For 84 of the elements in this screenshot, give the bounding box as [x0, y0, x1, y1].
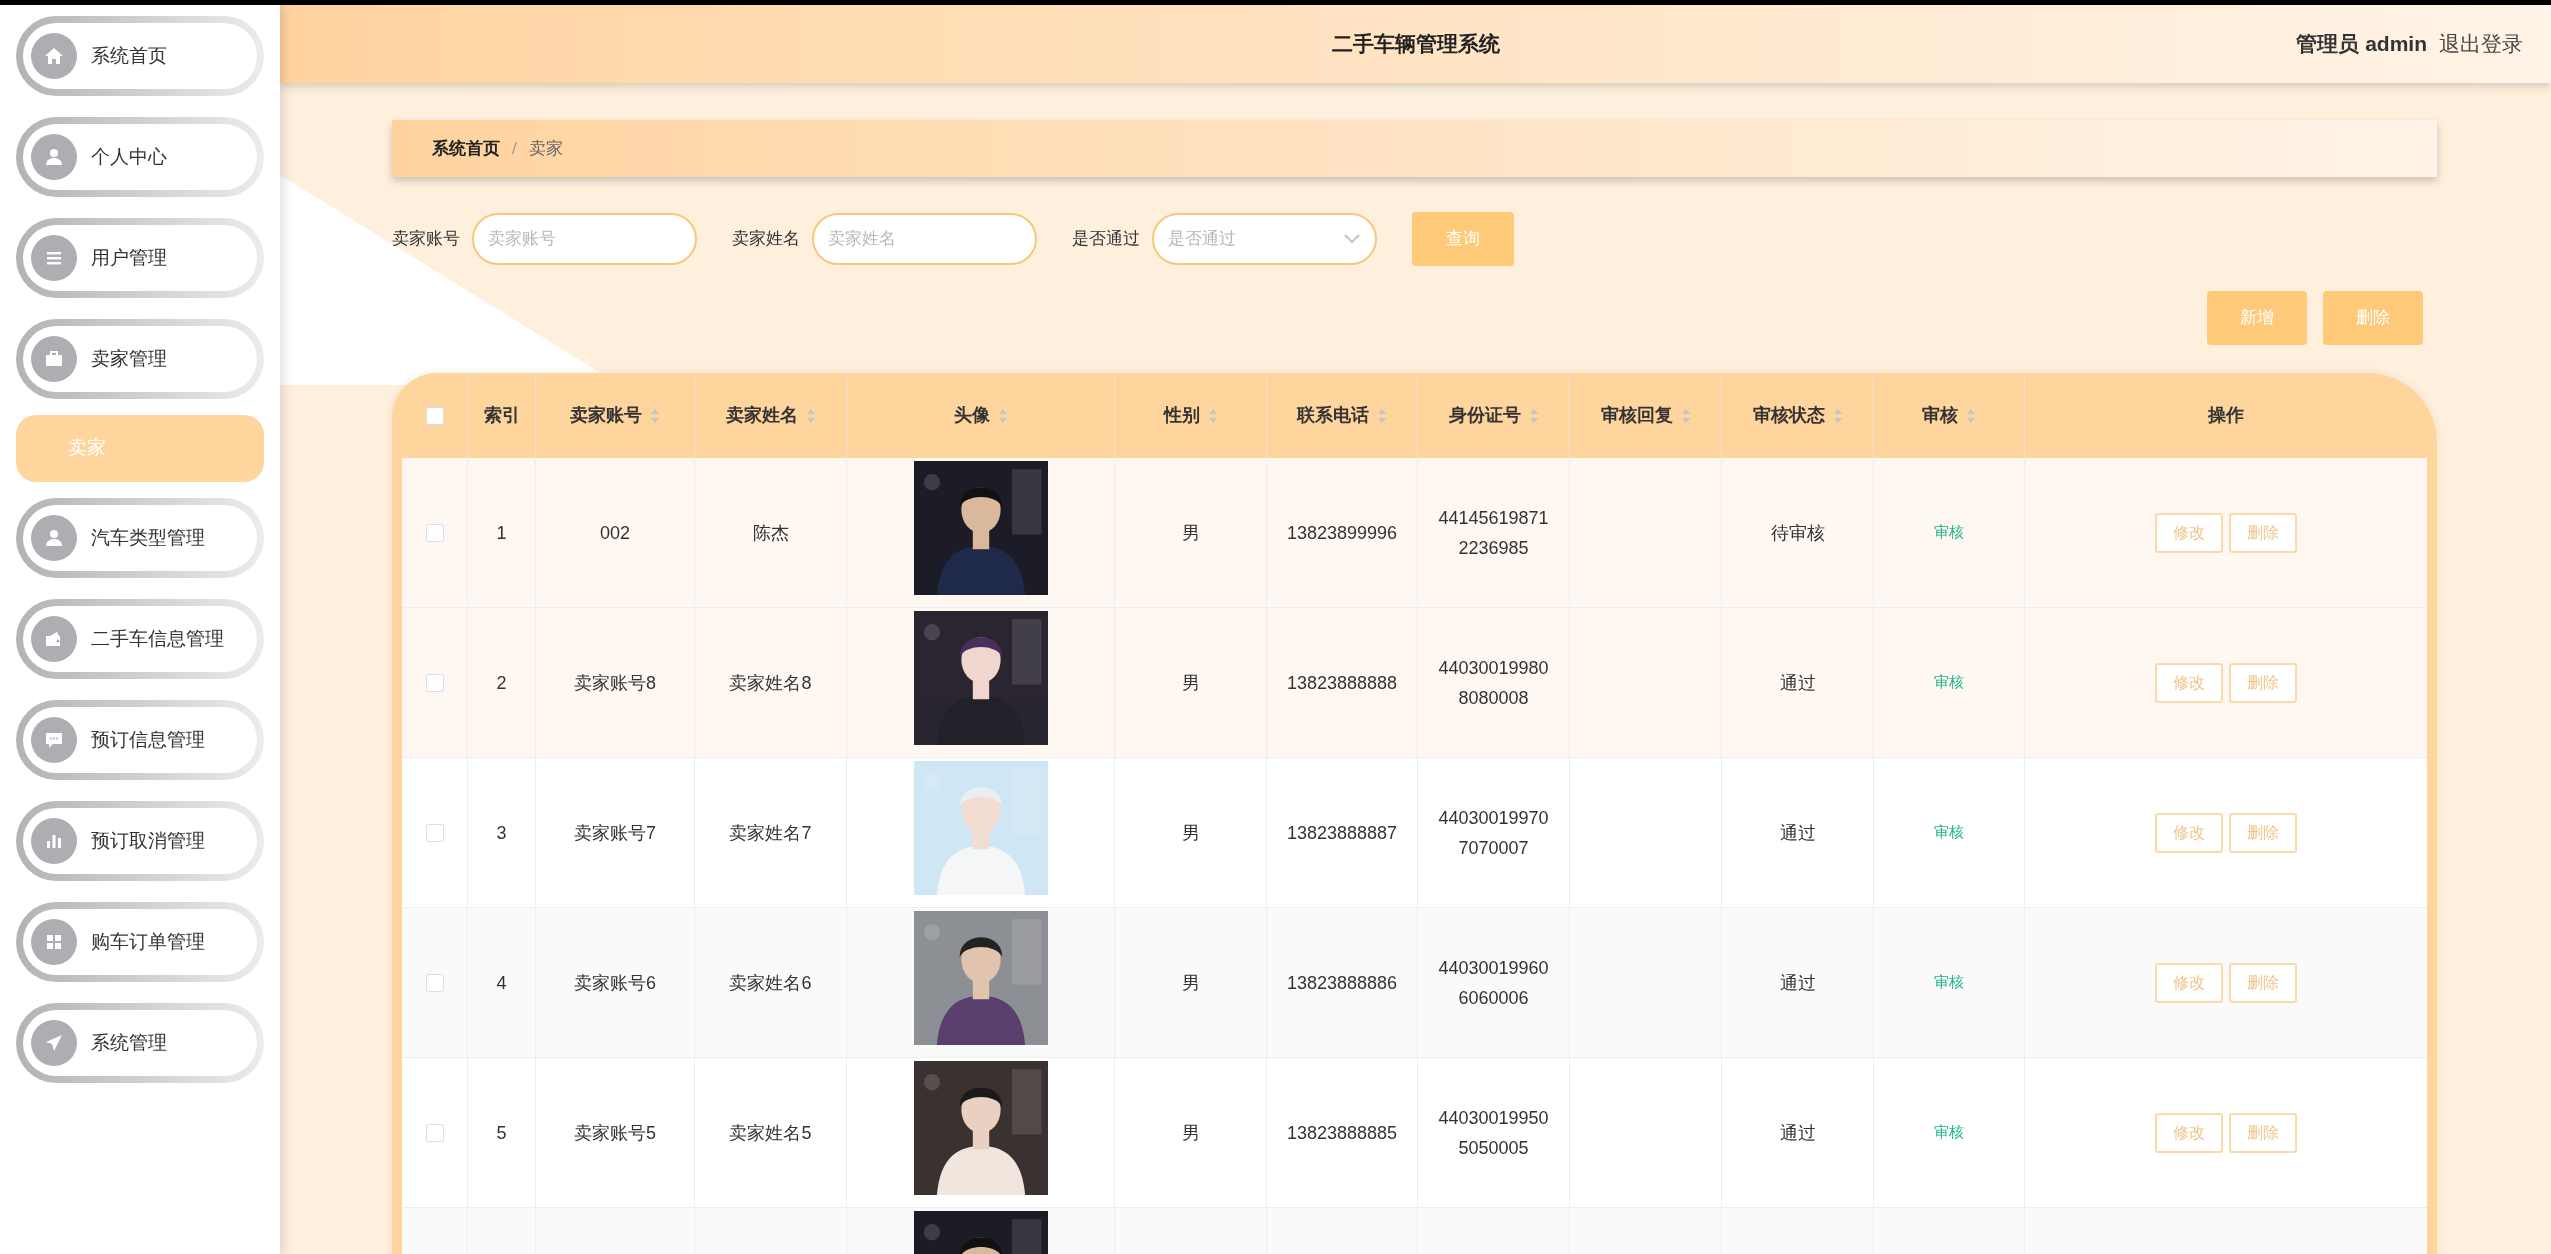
checkbox[interactable]	[425, 523, 444, 542]
table-cell-text: 13823899996	[1286, 521, 1398, 545]
menu-item[interactable]: 汽车类型管理	[16, 498, 264, 578]
breadcrumb-separator: /	[512, 137, 517, 160]
table-cell-text: 13823888885	[1286, 1121, 1398, 1145]
table-cell-text: 13823888886	[1286, 971, 1398, 995]
table-cell-text: 卖家姓名6	[729, 971, 812, 995]
table-cell-text: 卖家账号7	[574, 821, 656, 845]
sort-icon[interactable]	[1207, 407, 1218, 424]
app-title: 二手车辆管理系统	[1331, 31, 1500, 58]
sort-icon[interactable]	[1966, 407, 1976, 424]
chevron-down-icon	[1343, 233, 1361, 245]
table-cell-text: 002	[599, 521, 630, 545]
column-header[interactable]: 头像	[953, 402, 990, 429]
table-cell-text: 待审核	[1770, 521, 1825, 545]
menu-item[interactable]: 系统管理	[16, 1003, 264, 1083]
column-header[interactable]: 联系电话	[1297, 402, 1369, 429]
table-cell-text: 男	[1181, 1121, 1200, 1145]
menu-item[interactable]: 购车订单管理	[16, 902, 264, 982]
column-header[interactable]: 卖家姓名	[725, 402, 798, 429]
table-cell-text: 男	[1181, 821, 1200, 845]
table-cell-text: 440300199707070007	[1438, 806, 1549, 860]
table-cell-text: 440300199808080008	[1438, 656, 1549, 710]
sort-icon[interactable]	[650, 407, 660, 424]
table-cell-text: 3	[496, 821, 507, 845]
table-cell-text: 5	[496, 1121, 507, 1145]
logout-link[interactable]: 退出登录	[2439, 28, 2523, 60]
input-field[interactable]: 卖家姓名	[812, 213, 1037, 265]
user-label: 管理员 admin	[2296, 31, 2427, 58]
breadcrumb-link[interactable]: 卖家	[528, 135, 563, 162]
sort-icon[interactable]	[805, 407, 816, 424]
table-cell-text: 卖家姓名5	[729, 1121, 812, 1145]
table-cell-text: 4	[496, 971, 507, 995]
column-header[interactable]: 审核	[1922, 402, 1958, 429]
sort-icon[interactable]	[1832, 407, 1843, 424]
sort-icon[interactable]	[1680, 407, 1691, 424]
select-placeholder: 是否通过	[1168, 228, 1236, 251]
table-cell-text: 2	[496, 671, 507, 695]
column-header[interactable]: 身份证号	[1448, 402, 1521, 429]
sort-icon[interactable]	[1528, 407, 1539, 424]
menu-item[interactable]: 预订信息管理	[16, 700, 264, 780]
table-cell-text: 卖家账号5	[574, 1121, 656, 1145]
table-cell-text: 13823888887	[1286, 821, 1398, 845]
table-cell-text: 440300199606060006	[1438, 956, 1549, 1010]
table-cell-text: 卖家账号6	[574, 971, 656, 995]
sort-icon[interactable]	[997, 407, 1008, 424]
menu-item[interactable]: 卖家管理	[16, 319, 264, 399]
breadcrumb-link[interactable]: 系统首页	[432, 135, 500, 162]
table-cell-text: 卖家姓名7	[729, 821, 812, 845]
column-header[interactable]: 性别	[1163, 402, 1200, 429]
column-header[interactable]: 审核状态	[1752, 402, 1825, 429]
input-field[interactable]: 卖家账号	[472, 213, 697, 265]
table-cell-text: 男	[1181, 971, 1200, 995]
table-cell-text: 通过	[1779, 821, 1816, 845]
table-cell-text: 1	[496, 521, 507, 545]
column-header[interactable]: 索引	[483, 402, 520, 429]
table-cell-text: 440300199505050005	[1438, 1106, 1549, 1160]
checkbox[interactable]	[425, 973, 444, 992]
checkbox[interactable]	[425, 406, 444, 425]
table-cell-text: 男	[1181, 671, 1200, 695]
table-cell-text: 卖家账号8	[574, 671, 656, 695]
table-cell-text: 通过	[1779, 1121, 1816, 1145]
table-cell-text: 通过	[1779, 971, 1816, 995]
field-label: 卖家姓名	[732, 228, 800, 251]
sort-icon[interactable]	[1377, 407, 1387, 424]
field-label: 是否通过	[1072, 228, 1140, 251]
table-cell-text: 陈杰	[752, 521, 789, 545]
checkbox[interactable]	[425, 823, 444, 842]
table-cell-text: 通过	[1779, 671, 1816, 695]
table-cell-text: 男	[1181, 521, 1200, 545]
menu-item[interactable]: 预订取消管理	[16, 801, 264, 881]
table-cell-text: 13823888888	[1286, 671, 1398, 695]
checkbox[interactable]	[425, 1123, 444, 1142]
column-header[interactable]: 卖家账号	[570, 402, 642, 429]
column-header[interactable]: 审核回复	[1600, 402, 1673, 429]
menu-item[interactable]: 系统首页	[16, 16, 264, 96]
menu-item[interactable]: 个人中心	[16, 117, 264, 197]
field-label: 卖家账号	[392, 228, 460, 251]
menu-item[interactable]: 用户管理	[16, 218, 264, 298]
menu-item[interactable]: 二手车信息管理	[16, 599, 264, 679]
table-cell-text: 441456198712236985	[1438, 506, 1549, 560]
checkbox[interactable]	[425, 673, 444, 692]
table-cell-text: 卖家姓名8	[729, 671, 812, 695]
column-header[interactable]: 操作	[2208, 402, 2244, 429]
